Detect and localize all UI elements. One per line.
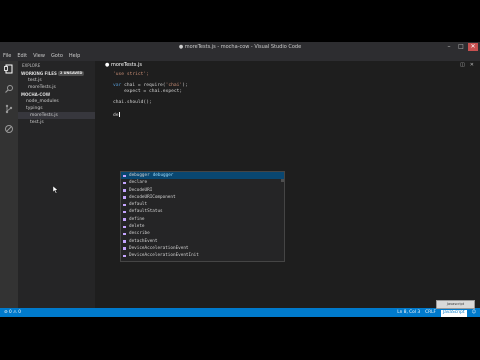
menu-file[interactable]: File [3,52,11,61]
working-file-item[interactable]: moreTests.js [18,84,95,91]
suggest-label: describe [129,231,150,237]
close-button[interactable]: ✕ [468,43,478,51]
window-controls: – □ ✕ [444,43,478,51]
editor-tab[interactable]: ● moreTests.js ◫ ✕ [95,61,480,69]
editor-toolbar: ◫ ✕ [460,61,474,69]
language-mode[interactable]: JavaScript [440,309,467,317]
vscode-window: ● moreTests.js - mocha-cow - Visual Stud… [0,42,480,317]
window-title: ● moreTests.js - mocha-cow - Visual Stud… [178,44,302,50]
feedback-smiley-icon[interactable]: ☺ [472,308,476,317]
debug-icon[interactable] [4,124,14,134]
working-files-section[interactable]: WORKING FILES 2 UNSAVED [18,70,95,77]
project-section[interactable]: MOCHA-COW [18,91,95,98]
keyword-icon [123,203,126,207]
suggest-item[interactable]: DecodeURI [121,187,284,194]
keyword-icon [123,189,126,192]
file-morets[interactable]: moreTests.js [18,112,95,119]
suggest-label: delete [129,224,145,230]
suggest-label: debugger [129,173,150,178]
activity-bar [0,61,18,308]
code-lines[interactable]: 'use strict'; var chai = require('chai');… [95,72,480,118]
keyword-icon [123,181,126,185]
text-cursor [118,111,120,117]
suggest-label: defaultStatus [129,209,163,215]
mouse-cursor-icon [53,186,59,194]
keyword-icon [123,254,126,258]
minimize-button[interactable]: – [444,43,454,51]
menu-edit[interactable]: Edit [17,52,27,61]
title-bar: ● moreTests.js - mocha-cow - Visual Stud… [0,42,480,52]
suggest-item[interactable]: debugger debugger [121,172,284,180]
menu-help[interactable]: Help [69,52,80,61]
files-icon[interactable] [4,64,14,74]
git-icon[interactable] [4,104,14,114]
menu-view[interactable]: View [33,52,45,61]
suggest-label: default [129,202,148,208]
suggest-detail: debugger [152,173,174,178]
tab-title: ● moreTests.js [105,62,142,68]
keyword-icon [123,196,126,199]
suggest-label: decodeURIComponent [129,194,176,200]
code-token: expect = chai.expect; [113,89,183,95]
suggest-item[interactable]: define [121,216,284,223]
keyword-icon [123,232,126,236]
working-file-item[interactable]: test.js [18,77,95,84]
cursor-position[interactable]: Ln 8, Col 3 [397,308,420,317]
suggest-widget[interactable]: debugger debugger declare DecodeURI decodeUR… [120,171,285,262]
code-token: chai.should(); [113,100,152,106]
keyword-icon [123,218,126,221]
suggest-item[interactable]: defaultStatus [121,208,284,215]
status-right: Ln 8, Col 3 CRLF JavaScript ☺ [397,308,476,317]
keyword-icon [123,210,126,214]
code-line[interactable]: de [95,111,480,119]
suggest-item[interactable]: DeviceAccelerationEvent [121,245,284,252]
explorer-sidebar: EXPLORE WORKING FILES 2 UNSAVED test.js … [18,61,95,308]
status-bar: ⊘ 0 ⚠ 0 Ln 8, Col 3 CRLF JavaScript ☺ [0,308,480,317]
split-editor-icon[interactable]: ◫ [460,61,465,69]
maximize-button[interactable]: □ [456,43,466,51]
code-token: 'use strict'; [113,72,149,77]
problems-indicator[interactable]: ⊘ 0 ⚠ 0 [4,308,21,317]
suggest-label: declare [129,180,148,186]
close-editor-icon[interactable]: ✕ [470,61,474,69]
keyword-icon [123,174,126,177]
menu-bar: File Edit View Goto Help [0,52,480,61]
working-files-label: WORKING FILES [21,71,57,76]
tooltip: Javascript [436,300,475,309]
suggest-label: detachEvent [129,238,158,244]
suggest-item[interactable]: detachEvent [121,238,284,245]
file-test[interactable]: test.js [18,119,95,126]
code-text: de [113,111,120,119]
code-token: ); [182,83,188,89]
suggest-item[interactable]: DeviceAccelerationEventInit [121,252,284,259]
code-token: chai = require( [121,83,166,89]
menu-goto[interactable]: Goto [51,52,63,61]
suggest-item[interactable]: declare [121,179,284,186]
suggest-item[interactable]: describe [121,230,284,237]
line-ending[interactable]: CRLF [425,308,436,317]
suggest-label: DeviceAccelerationEventInit [129,253,199,259]
search-icon[interactable] [4,84,14,94]
suggest-item[interactable]: default [121,201,284,208]
suggest-label: DeviceAccelerationEvent [129,245,189,251]
unsaved-badge: 2 UNSAVED [58,71,85,76]
suggest-item[interactable]: delete [121,223,284,230]
keyword-icon [123,247,126,250]
suggest-label: DecodeURI [129,187,153,193]
folder-node-modules[interactable]: node_modules [18,98,95,105]
keyword-icon [123,240,126,243]
explorer-header: EXPLORE [22,63,41,68]
code-token: 'chai' [165,83,183,89]
suggest-item[interactable]: decodeURIComponent [121,194,284,201]
suggest-label: define [129,216,145,222]
folder-typings[interactable]: typings [18,105,95,112]
keyword-icon [123,225,126,229]
